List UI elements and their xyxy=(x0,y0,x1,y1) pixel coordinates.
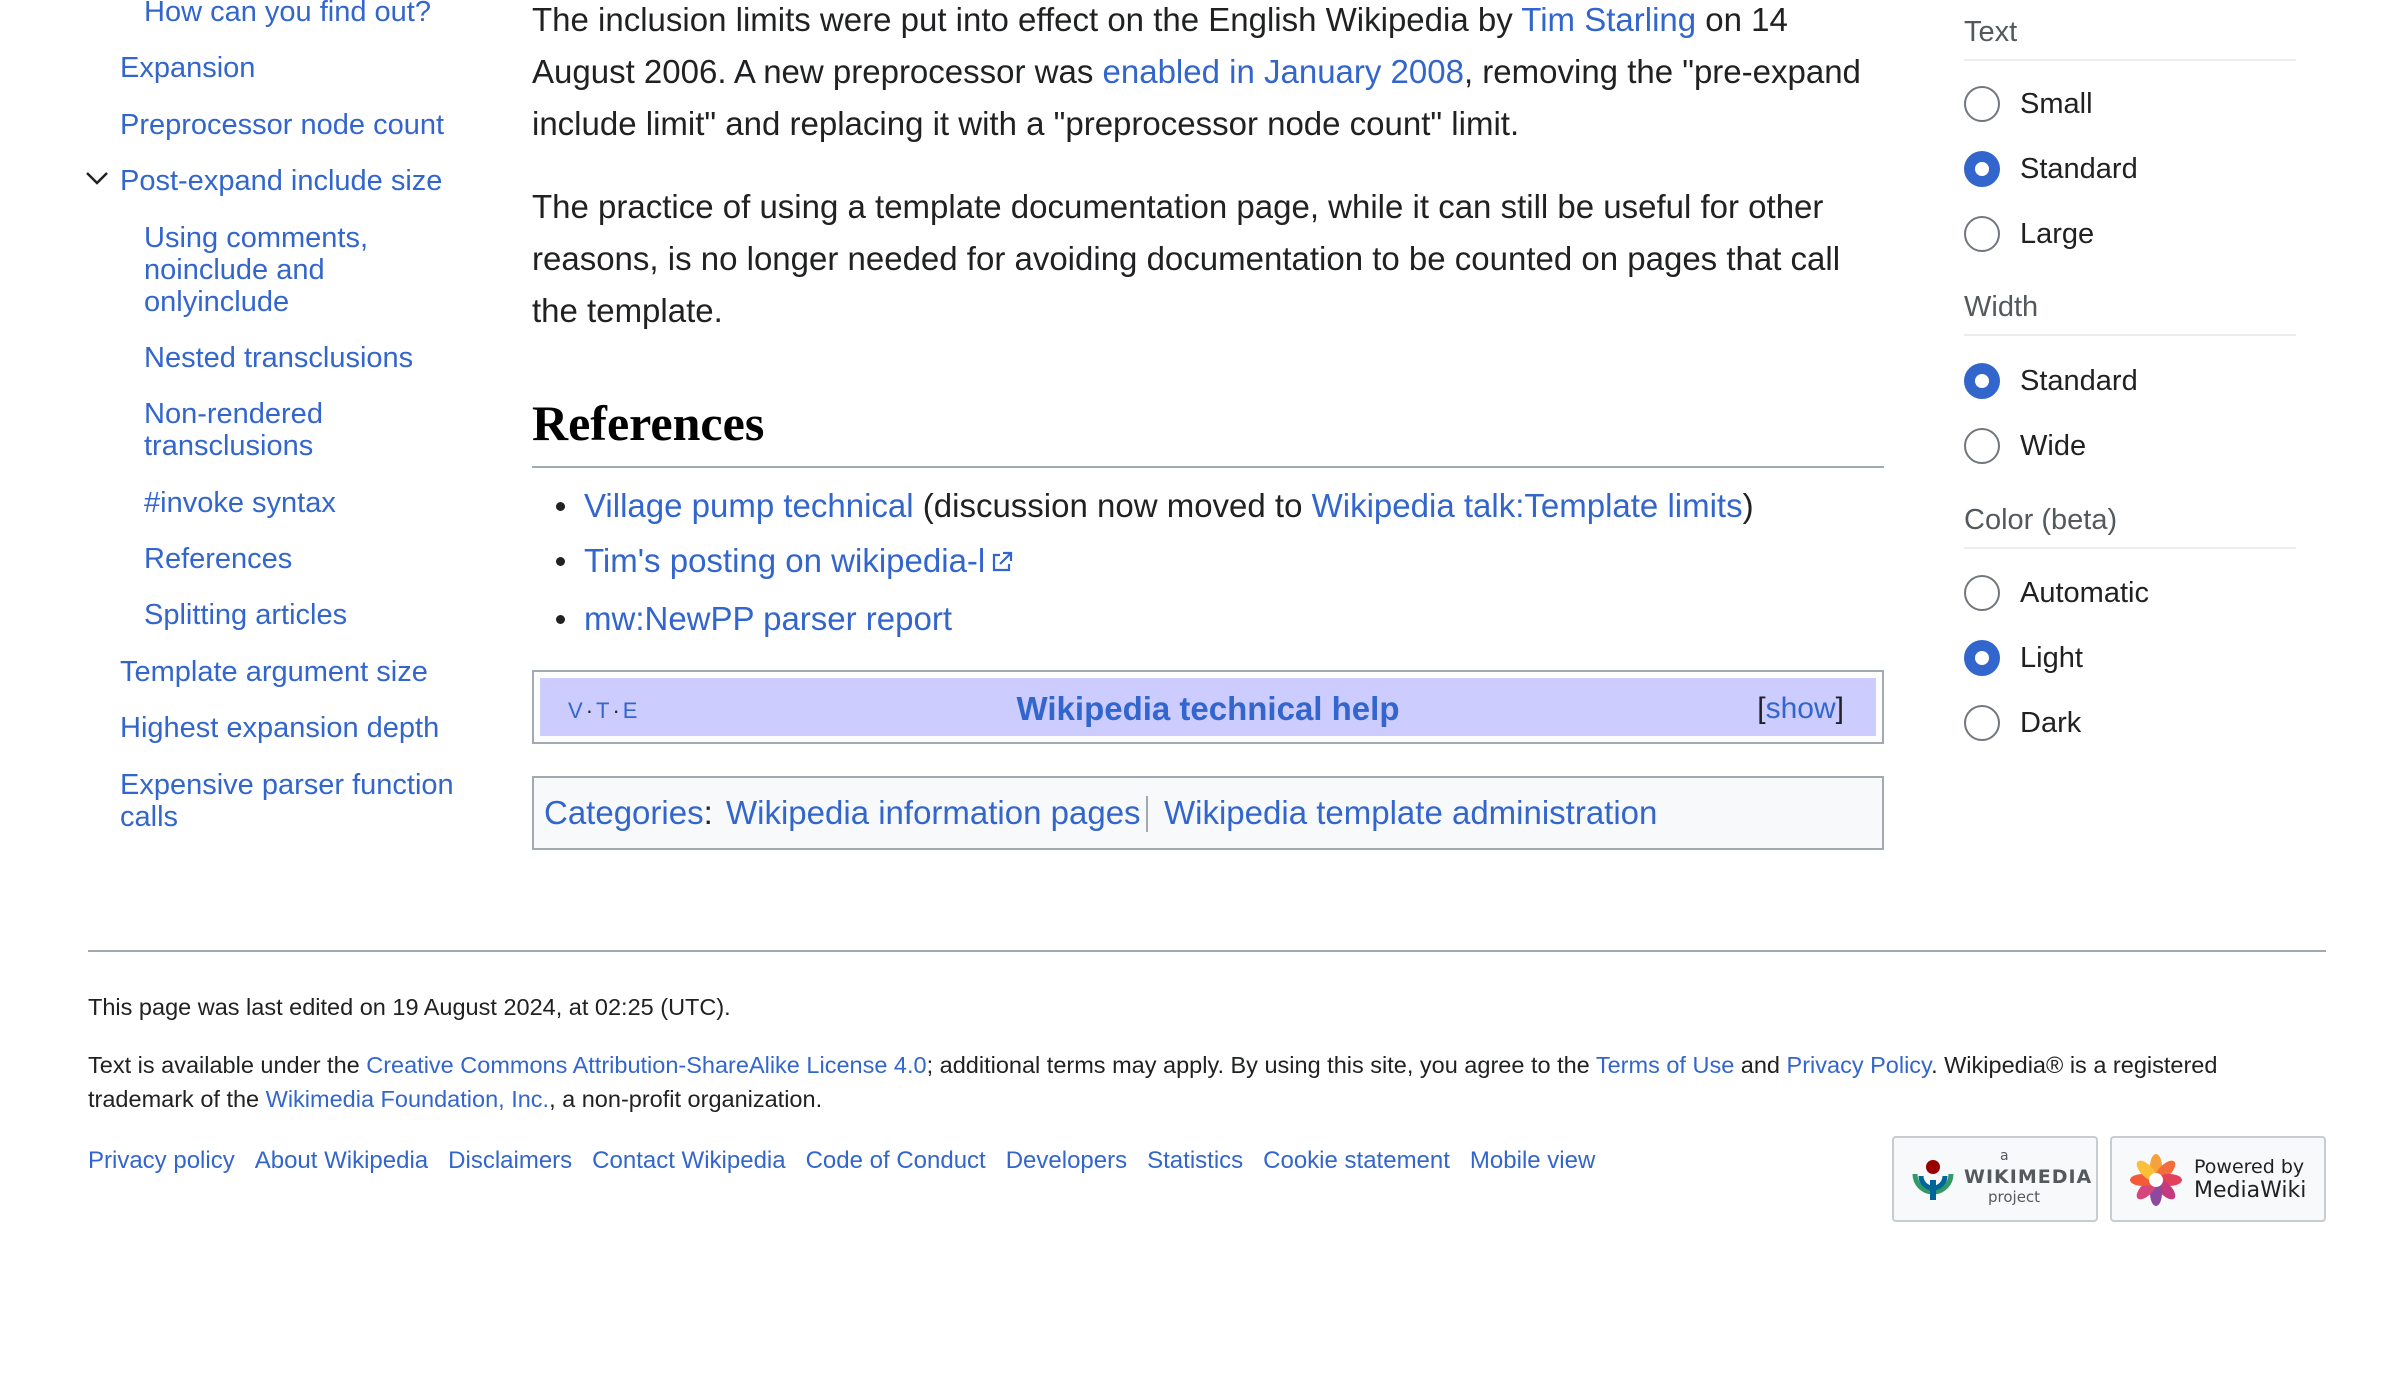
text: Text is available under the xyxy=(88,1052,367,1078)
bullet xyxy=(556,614,565,624)
footer-link-contact-wikipedia[interactable]: Contact Wikipedia xyxy=(592,1147,785,1174)
mediawiki-logo-icon xyxy=(2128,1152,2184,1213)
navbox: V·T·E Wikipedia technical help [show] xyxy=(532,670,1884,744)
radio-button[interactable] xyxy=(1964,428,2000,464)
radio-button[interactable] xyxy=(1964,86,2000,122)
text: , a non-profit organization. xyxy=(549,1086,823,1112)
radio-label: Wide xyxy=(2020,430,2087,462)
bracket: [ xyxy=(1757,692,1766,725)
references-heading: References xyxy=(532,390,1884,468)
text: (discussion now moved to xyxy=(913,487,1312,524)
radio-button[interactable] xyxy=(1964,363,2000,399)
navbox-toggle: [show] xyxy=(1757,692,1844,726)
bullet xyxy=(556,502,565,511)
footer-link-statistics[interactable]: Statistics xyxy=(1147,1147,1243,1174)
footer-links: Privacy policy About Wikipedia Disclaimers… xyxy=(88,1144,1615,1178)
navbox-title-bar: V·T·E Wikipedia technical help [show] xyxy=(540,678,1876,736)
footer-link-code-of-conduct[interactable]: Code of Conduct xyxy=(806,1147,986,1174)
radio-button[interactable] xyxy=(1964,151,2000,187)
toc-item-preprocessor-node-count[interactable]: Preprocessor node count xyxy=(120,109,460,141)
external-link-icon xyxy=(989,536,1015,591)
badge-text: a xyxy=(2000,1148,2009,1164)
badge-text: Powered by xyxy=(2194,1156,2305,1178)
badge-text: project xyxy=(1988,1188,2041,1206)
license-info: Text is available under the Creative Com… xyxy=(88,1048,2328,1116)
footer-link-privacy-policy[interactable]: Privacy policy xyxy=(88,1147,235,1174)
badge-text: WIKIMEDIA xyxy=(1964,1166,2093,1188)
village-pump-technical-link[interactable]: Village pump technical xyxy=(584,487,914,524)
radio-label: Standard xyxy=(2020,365,2138,397)
text-size-heading: Text xyxy=(1964,15,2296,61)
category-wikipedia-information-pages[interactable]: Wikipedia information pages xyxy=(726,778,1141,848)
terms-of-use-link[interactable]: Terms of Use xyxy=(1596,1052,1734,1078)
toc-item-highest-expansion-depth[interactable]: Highest expansion depth xyxy=(120,712,460,744)
radio-label: Automatic xyxy=(2020,577,2149,609)
toc-item-expansion[interactable]: Expansion xyxy=(120,52,460,84)
template-limits-talk-link[interactable]: Wikipedia talk:Template limits xyxy=(1312,487,1743,524)
footer-link-about-wikipedia[interactable]: About Wikipedia xyxy=(255,1147,428,1174)
color-heading: Color (beta) xyxy=(1964,503,2296,549)
navbox-title[interactable]: Wikipedia technical help xyxy=(540,690,1876,728)
toc-item-expensive-parser-function-calls[interactable]: Expensive parser function calls xyxy=(120,769,460,833)
radio-label: Dark xyxy=(2020,707,2082,739)
last-edited-info: This page was last edited on 19 August 2… xyxy=(88,994,731,1020)
paragraph-template-documentation: The practice of using a template documen… xyxy=(532,188,1841,329)
references-list: Village pump technical (discussion now m… xyxy=(532,478,1884,646)
radio-label: Small xyxy=(2020,88,2093,120)
chevron-down-icon[interactable] xyxy=(82,163,112,193)
toc-item-post-expand-include-size[interactable]: Post-expand include size xyxy=(120,165,460,197)
footer-link-cookie-statement[interactable]: Cookie statement xyxy=(1263,1147,1450,1174)
toc-item-how-can-you-find-out[interactable]: How can you find out? xyxy=(144,0,444,28)
radio-label: Large xyxy=(2020,218,2095,250)
radio-button[interactable] xyxy=(1964,640,2000,676)
radio-button[interactable] xyxy=(1964,575,2000,611)
text: The inclusion limits were put into effec… xyxy=(532,1,1522,38)
categories-label: Categories: xyxy=(544,778,713,848)
text: ) xyxy=(1742,487,1754,524)
radio-button[interactable] xyxy=(1964,216,2000,252)
toc-item-template-argument-size[interactable]: Template argument size xyxy=(120,656,460,688)
footer-link-disclaimers[interactable]: Disclaimers xyxy=(448,1147,572,1174)
enabled-january-2008-link[interactable]: enabled in January 2008 xyxy=(1103,53,1464,90)
toc-item-splitting-articles[interactable]: Splitting articles xyxy=(144,599,444,631)
radio-label: Light xyxy=(2020,642,2083,674)
show-button[interactable]: show xyxy=(1766,692,1836,725)
badge-text: MediaWiki xyxy=(2194,1178,2307,1203)
privacy-policy-inline-link[interactable]: Privacy Policy xyxy=(1787,1052,1932,1078)
paragraph-inclusion-limits: The inclusion limits were put into effec… xyxy=(532,0,1884,150)
wikimedia-foundation-link[interactable]: Wikimedia Foundation, Inc. xyxy=(266,1086,549,1112)
tims-posting-link[interactable]: Tim's posting on wikipedia-l xyxy=(584,542,985,579)
toc-item-invoke-syntax[interactable]: #invoke syntax xyxy=(144,487,444,519)
bracket: ] xyxy=(1835,692,1844,725)
wikimedia-project-badge[interactable]: a WIKIMEDIA project xyxy=(1892,1136,2098,1222)
category-wikipedia-template-administration[interactable]: Wikipedia template administration xyxy=(1164,778,1657,848)
categories-link[interactable]: Categories xyxy=(544,794,704,831)
footer-divider xyxy=(88,950,2326,952)
radio-label: Standard xyxy=(2020,153,2138,185)
footer-link-developers[interactable]: Developers xyxy=(1006,1147,1127,1174)
toc-item-nested-transclusions[interactable]: Nested transclusions xyxy=(144,342,444,374)
toc-item-non-rendered-transclusions[interactable]: Non-rendered transclusions xyxy=(144,398,444,462)
newpp-parser-report-link[interactable]: mw:NewPP parser report xyxy=(584,600,952,637)
category-links: Categories: Wikipedia information pages … xyxy=(532,776,1884,850)
text: ; additional terms may apply. By using t… xyxy=(926,1052,1596,1078)
width-heading: Width xyxy=(1964,290,2296,336)
powered-by-mediawiki-badge[interactable]: Powered by MediaWiki xyxy=(2110,1136,2326,1222)
category-separator xyxy=(1146,796,1148,832)
text: and xyxy=(1734,1052,1787,1078)
tim-starling-link[interactable]: Tim Starling xyxy=(1521,1,1696,38)
toc-item-using-comments[interactable]: Using comments, noinclude and onlyinclud… xyxy=(144,222,444,318)
cc-license-link[interactable]: Creative Commons Attribution-ShareAlike … xyxy=(366,1052,926,1078)
list-item: mw:NewPP parser report xyxy=(532,591,1884,646)
list-item: Village pump technical (discussion now m… xyxy=(532,478,1884,533)
list-item: Tim's posting on wikipedia-l xyxy=(532,533,1884,591)
colon: : xyxy=(703,794,713,831)
footer-link-mobile-view[interactable]: Mobile view xyxy=(1470,1147,1595,1174)
radio-button[interactable] xyxy=(1964,705,2000,741)
wikimedia-logo-icon xyxy=(1910,1156,1956,1207)
bullet xyxy=(556,557,565,566)
toc-item-references[interactable]: References xyxy=(144,543,444,575)
